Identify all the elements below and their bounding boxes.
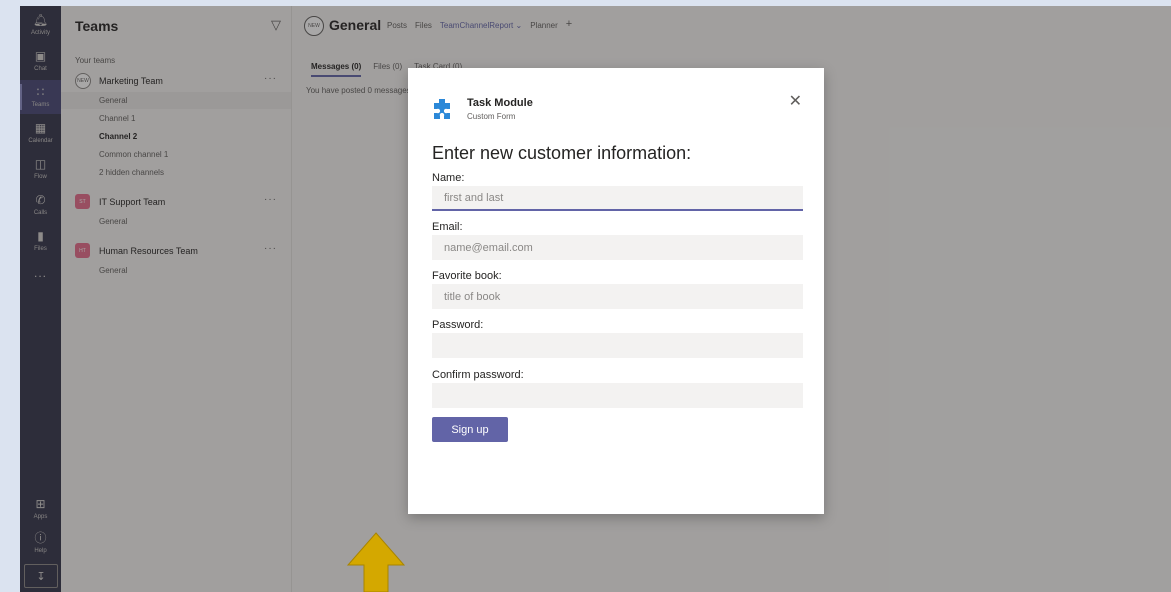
up-arrow-icon [346,532,406,592]
sign-up-button[interactable]: Sign up [432,417,508,442]
form-heading: Enter new customer information: [432,143,692,163]
dialog-subtitle: Custom Form [467,112,516,121]
confirm-password-input[interactable] [432,383,803,408]
favorite-book-label: Favorite book: [432,270,502,282]
name-label: Name: [432,172,465,184]
email-input[interactable] [432,235,803,260]
password-input[interactable] [432,333,803,358]
password-label: Password: [432,319,484,331]
confirm-password-label: Confirm password: [432,369,524,381]
favorite-book-input[interactable] [432,284,803,309]
name-input[interactable] [432,186,803,211]
email-label: Email: [432,221,463,233]
dialog-title: Task Module [467,97,533,109]
close-icon[interactable]: ✕ [789,94,802,110]
puzzle-icon [434,99,450,119]
task-module-dialog: Task Module Custom Form ✕ Enter new cust… [408,68,824,514]
